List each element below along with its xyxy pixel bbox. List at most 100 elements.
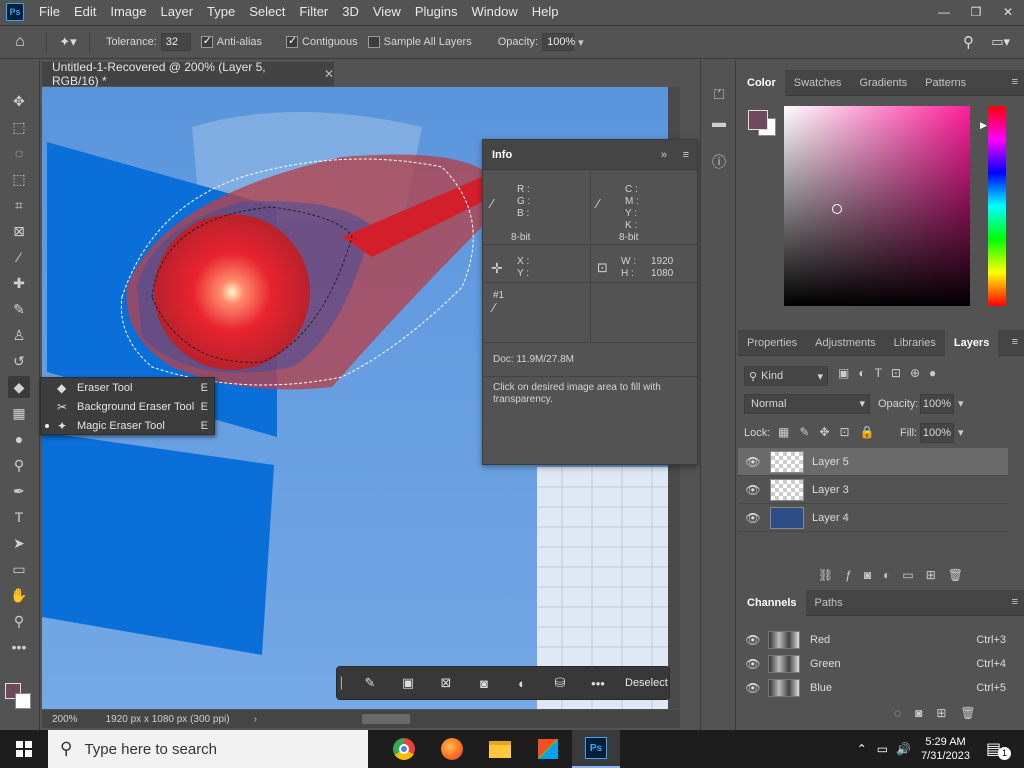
chevron-up-icon[interactable]: ⌃ xyxy=(857,742,867,756)
panel-menu-icon[interactable]: ≡ xyxy=(1012,596,1018,608)
channel-row[interactable]: 👁 Green Ctrl+4 xyxy=(738,652,1018,676)
layer-actions-bar[interactable]: ⛓ƒ◙◐▭⊞🗑 xyxy=(818,568,975,582)
eraser-tool-icon[interactable]: ◆ xyxy=(8,376,30,398)
mask-icon[interactable]: ◙ xyxy=(465,676,503,691)
visibility-eye-icon[interactable]: 👁 xyxy=(738,483,768,497)
layer-row[interactable]: 👁 Layer 5 xyxy=(738,448,1008,476)
tab-properties[interactable]: Properties xyxy=(738,330,806,356)
brush-selection-icon[interactable]: ✎ xyxy=(351,675,389,691)
path-selection-tool-icon[interactable]: ➤ xyxy=(8,532,30,554)
taskbar-search-box[interactable]: ⚲ Type here to search xyxy=(48,730,368,768)
comments-panel-icon[interactable]: ▬ xyxy=(709,112,729,132)
contiguous-checkbox[interactable] xyxy=(286,34,299,48)
tab-channels[interactable]: Channels xyxy=(738,589,806,616)
status-arrow-icon[interactable]: › xyxy=(254,714,257,725)
clone-stamp-tool-icon[interactable]: ♙ xyxy=(8,324,30,346)
opacity-input[interactable]: 100% xyxy=(542,33,575,51)
close-icon[interactable]: ✕ xyxy=(992,0,1024,24)
horizontal-scrollbar-thumb[interactable] xyxy=(362,714,410,724)
flyout-magic-eraser-tool[interactable]: ✦ Magic Eraser Tool E xyxy=(41,416,216,435)
blur-tool-icon[interactable]: ● xyxy=(8,428,30,450)
menu-view[interactable]: View xyxy=(366,0,408,24)
chevron-down-icon[interactable]: ▾ xyxy=(958,426,964,439)
lock-icons[interactable]: ▦✎✥⊡🔒 xyxy=(778,425,884,439)
workspace-icon[interactable]: ▭▾ xyxy=(991,34,1010,50)
tab-color[interactable]: Color xyxy=(738,69,785,96)
search-icon[interactable]: ⚲ xyxy=(963,33,974,51)
visibility-eye-icon[interactable]: 👁 xyxy=(738,455,768,469)
layer-row[interactable]: 👁 Layer 3 xyxy=(738,476,1008,504)
tab-paths[interactable]: Paths xyxy=(806,590,852,616)
panel-menu-icon[interactable]: ≡ xyxy=(1012,336,1018,348)
flyout-eraser-tool[interactable]: ◆ Eraser Tool E xyxy=(41,378,216,397)
tab-layers[interactable]: Layers xyxy=(944,329,999,356)
close-document-icon[interactable]: ✕ xyxy=(324,67,334,81)
healing-brush-tool-icon[interactable]: ✚ xyxy=(8,272,30,294)
more-tools-icon[interactable]: ••• xyxy=(8,636,30,658)
zoom-tool-icon[interactable]: ⚲ xyxy=(8,610,30,632)
document-tab[interactable]: Untitled-1-Recovered @ 200% (Layer 5, RG… xyxy=(42,60,334,88)
gradient-tool-icon[interactable]: ▦ xyxy=(8,402,30,424)
crop-tool-icon[interactable]: ⌗ xyxy=(8,194,30,216)
network-icon[interactable]: ▭ xyxy=(877,742,888,756)
select-subject-icon[interactable]: ▣ xyxy=(389,675,427,691)
collapse-icon[interactable]: » xyxy=(661,149,667,161)
dodge-tool-icon[interactable]: ⚲ xyxy=(8,454,30,476)
tab-patterns[interactable]: Patterns xyxy=(916,70,975,96)
drag-handle-icon[interactable]: ▏ xyxy=(341,677,351,690)
zoom-level[interactable]: 200% xyxy=(52,714,78,725)
history-brush-tool-icon[interactable]: ↺ xyxy=(8,350,30,372)
menu-type[interactable]: Type xyxy=(200,0,242,24)
chevron-down-icon[interactable]: ▾ xyxy=(958,397,964,410)
pen-tool-icon[interactable]: ✒ xyxy=(8,480,30,502)
adjustment-icon[interactable]: ◐ xyxy=(503,676,541,691)
marquee-tool-icon[interactable]: ⬚ xyxy=(8,116,30,138)
tolerance-input[interactable]: 32 xyxy=(160,33,191,51)
notification-center-icon[interactable]: ▤ 1 xyxy=(986,739,1016,760)
channel-actions-bar[interactable]: ◌◙⊞🗑 xyxy=(894,706,990,720)
brush-tool-icon[interactable]: ✎ xyxy=(8,298,30,320)
menu-file[interactable]: File xyxy=(32,0,67,24)
visibility-eye-icon[interactable]: 👁 xyxy=(738,511,768,525)
panel-menu-icon[interactable]: ≡ xyxy=(683,149,689,161)
minimize-icon[interactable]: — xyxy=(928,0,960,24)
info-panel-icon[interactable]: ⓘ xyxy=(709,152,729,172)
tab-gradients[interactable]: Gradients xyxy=(850,70,916,96)
opacity-dropdown-icon[interactable]: ▾ xyxy=(578,36,584,49)
volume-icon[interactable]: 🔊 xyxy=(896,742,911,756)
menu-help[interactable]: Help xyxy=(525,0,566,24)
channel-row[interactable]: 👁 Red Ctrl+3 xyxy=(738,628,1018,652)
rectangle-tool-icon[interactable]: ▭ xyxy=(8,558,30,580)
visibility-eye-icon[interactable]: 👁 xyxy=(738,657,768,671)
deselect-button[interactable]: Deselect xyxy=(625,677,668,689)
frame-tool-icon[interactable]: ⊠ xyxy=(8,220,30,242)
history-panel-icon[interactable]: ⏍ xyxy=(709,84,729,104)
file-explorer-app-icon[interactable] xyxy=(476,730,524,768)
menu-3d[interactable]: 3D xyxy=(335,0,366,24)
fill-icon[interactable]: ⛁ xyxy=(541,675,579,691)
color-field[interactable] xyxy=(784,106,970,306)
menu-select[interactable]: Select xyxy=(242,0,292,24)
lasso-tool-icon[interactable]: ◌ xyxy=(8,142,30,164)
hue-slider[interactable] xyxy=(988,106,1006,306)
antialias-checkbox[interactable] xyxy=(200,34,213,48)
magic-eraser-preset-icon[interactable]: ✦▾ xyxy=(53,34,83,50)
layer-opacity-input[interactable]: 100% xyxy=(920,394,954,414)
type-tool-icon[interactable]: T xyxy=(8,506,30,528)
tab-libraries[interactable]: Libraries xyxy=(885,330,945,356)
channel-row[interactable]: 👁 Blue Ctrl+5 xyxy=(738,676,1018,700)
more-options-icon[interactable]: ••• xyxy=(579,676,617,691)
menu-layer[interactable]: Layer xyxy=(154,0,201,24)
start-button[interactable] xyxy=(0,730,48,768)
eyedropper-tool-icon[interactable]: ⁄ xyxy=(8,246,30,268)
flyout-background-eraser-tool[interactable]: ✂ Background Eraser Tool E xyxy=(41,397,216,416)
home-icon[interactable]: ⌂ xyxy=(0,33,40,51)
object-selection-tool-icon[interactable]: ⬚ xyxy=(8,168,30,190)
menu-edit[interactable]: Edit xyxy=(67,0,103,24)
hue-slider-pointer-icon[interactable]: ▶ xyxy=(980,120,987,131)
layer-filter-icons[interactable]: ▣◐T⊡⊕● xyxy=(838,366,945,380)
visibility-eye-icon[interactable]: 👁 xyxy=(738,633,768,647)
firefox-app-icon[interactable] xyxy=(428,730,476,768)
menu-plugins[interactable]: Plugins xyxy=(408,0,465,24)
chrome-app-icon[interactable] xyxy=(380,730,428,768)
